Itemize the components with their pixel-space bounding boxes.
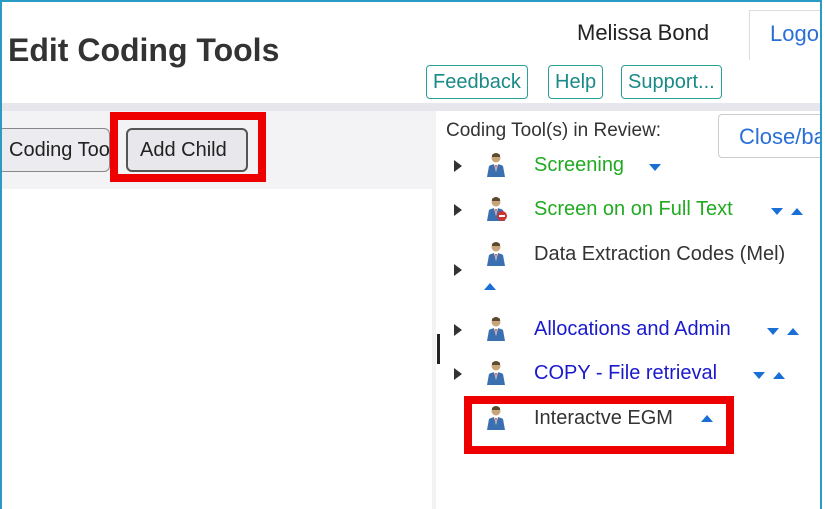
- review-item-label[interactable]: COPY - File retrieval: [534, 362, 717, 385]
- review-item-label[interactable]: Screening: [534, 154, 624, 177]
- expand-toggle-icon[interactable]: [454, 204, 462, 216]
- feedback-button[interactable]: Feedback: [426, 65, 528, 99]
- move-up-icon[interactable]: [791, 208, 803, 215]
- page-title: Edit Coding Tools: [8, 32, 280, 68]
- review-item-label[interactable]: Allocations and Admin: [534, 318, 731, 341]
- move-down-icon[interactable]: [767, 328, 779, 335]
- reviewer-icon: [484, 360, 508, 386]
- reviewer-alert-icon: [484, 196, 508, 222]
- review-item-label[interactable]: Data Extraction Codes (Mel): [534, 243, 785, 266]
- header-divider: [2, 103, 820, 111]
- expand-toggle-icon[interactable]: [454, 160, 462, 172]
- close-back-button[interactable]: Close/back: [718, 114, 820, 158]
- reviewer-icon: [484, 316, 508, 342]
- move-up-icon[interactable]: [787, 328, 799, 335]
- review-label: Coding Tool(s) in Review:: [446, 120, 662, 141]
- support-button[interactable]: Support...: [621, 65, 722, 99]
- move-down-icon[interactable]: [649, 164, 661, 171]
- highlight-box-add-child: [110, 112, 266, 182]
- expand-toggle-icon[interactable]: [454, 264, 462, 276]
- reviewer-icon: [484, 241, 508, 267]
- help-button[interactable]: Help: [548, 65, 604, 99]
- logout-link[interactable]: Logout: [749, 10, 820, 60]
- expand-toggle-icon[interactable]: [454, 324, 462, 336]
- move-down-icon[interactable]: [753, 372, 765, 379]
- move-down-icon[interactable]: [771, 208, 783, 215]
- move-up-icon[interactable]: [484, 283, 496, 290]
- move-up-icon[interactable]: [773, 372, 785, 379]
- user-name: Melissa Bond: [577, 20, 710, 45]
- coding-tool-button[interactable]: Coding Tool: [2, 128, 114, 172]
- expand-toggle-icon[interactable]: [454, 368, 462, 380]
- reviewer-icon: [484, 152, 508, 178]
- panel-divider: [432, 111, 436, 509]
- splitter-handle[interactable]: [437, 334, 440, 364]
- highlight-box-interactive-egm: [464, 396, 734, 454]
- app-frame: Edit Coding Tools Melissa Bond Logout Fe…: [0, 0, 822, 509]
- review-item-label[interactable]: Screen on on Full Text: [534, 198, 733, 221]
